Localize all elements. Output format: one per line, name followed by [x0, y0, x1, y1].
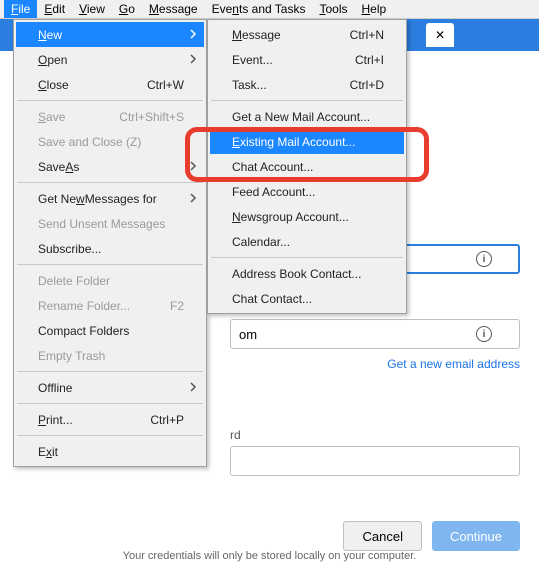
menu-separator	[17, 182, 203, 183]
menu-item-newsgroup-account[interactable]: Newsgroup Account...	[210, 204, 404, 229]
menu-item-calendar[interactable]: Calendar...	[210, 229, 404, 254]
menu-separator	[17, 403, 203, 404]
menubar-item-file[interactable]: File	[4, 0, 37, 18]
menu-item-existing-mail-account[interactable]: Existing Mail Account...	[210, 129, 404, 154]
info-icon[interactable]: i	[476, 251, 492, 267]
footer-text: Your credentials will only be stored loc…	[0, 550, 539, 562]
menubar-item-help[interactable]: Help	[354, 0, 393, 18]
tab-close-button[interactable]: ✕	[426, 23, 454, 47]
menu-item-get-new-mail-account[interactable]: Get a New Mail Account...	[210, 104, 404, 129]
menubar-item-tools[interactable]: Tools	[312, 0, 354, 18]
email-field-row: i	[230, 319, 504, 349]
menubar-item-events-tasks[interactable]: Events and Tasks	[205, 0, 313, 18]
menubar-item-message[interactable]: Message	[142, 0, 205, 18]
menu-separator	[211, 257, 403, 258]
menu-separator	[17, 435, 203, 436]
chevron-right-icon	[188, 160, 198, 174]
new-submenu: MessageCtrl+N Event...Ctrl+I Task...Ctrl…	[207, 19, 407, 314]
menubar-item-view[interactable]: View	[72, 0, 112, 18]
menu-item-get-new-messages[interactable]: Get New Messages for	[16, 186, 204, 211]
menu-item-new-task[interactable]: Task...Ctrl+D	[210, 72, 404, 97]
cancel-button[interactable]: Cancel	[343, 521, 421, 551]
menu-item-address-book-contact[interactable]: Address Book Contact...	[210, 261, 404, 286]
menu-item-send-unsent: Send Unsent Messages	[16, 211, 204, 236]
password-label: rd	[230, 428, 504, 442]
chevron-right-icon	[188, 381, 198, 395]
chevron-right-icon	[188, 192, 198, 206]
menu-item-chat-account[interactable]: Chat Account...	[210, 154, 404, 179]
menu-separator	[17, 371, 203, 372]
menu-item-print[interactable]: Print...Ctrl+P	[16, 407, 204, 432]
menu-item-rename-folder: Rename Folder...F2	[16, 293, 204, 318]
menu-item-exit[interactable]: Exit	[16, 439, 204, 464]
continue-button[interactable]: Continue	[432, 521, 520, 551]
menu-item-new[interactable]: New	[16, 22, 204, 47]
menu-item-save: SaveCtrl+Shift+S	[16, 104, 204, 129]
menu-item-save-as[interactable]: Save As	[16, 154, 204, 179]
menubar-item-go[interactable]: Go	[112, 0, 142, 18]
get-new-email-link[interactable]: Get a new email address	[230, 357, 520, 371]
menu-item-new-event[interactable]: Event...Ctrl+I	[210, 47, 404, 72]
menubar: File Edit View Go Message Events and Tas…	[0, 0, 539, 19]
menu-item-delete-folder: Delete Folder	[16, 268, 204, 293]
password-input[interactable]	[230, 446, 520, 476]
menu-item-subscribe[interactable]: Subscribe...	[16, 236, 204, 261]
chevron-right-icon	[188, 53, 198, 67]
file-menu: New Open CloseCtrl+W SaveCtrl+Shift+S Sa…	[13, 19, 207, 467]
menu-item-empty-trash: Empty Trash	[16, 343, 204, 368]
info-icon[interactable]: i	[476, 326, 492, 342]
menu-item-open[interactable]: Open	[16, 47, 204, 72]
menu-item-offline[interactable]: Offline	[16, 375, 204, 400]
menu-separator	[211, 100, 403, 101]
menu-item-chat-contact[interactable]: Chat Contact...	[210, 286, 404, 311]
close-icon: ✕	[435, 28, 445, 42]
menu-item-compact-folders[interactable]: Compact Folders	[16, 318, 204, 343]
menu-item-feed-account[interactable]: Feed Account...	[210, 179, 404, 204]
menu-item-close[interactable]: CloseCtrl+W	[16, 72, 204, 97]
button-bar: Cancel Continue	[230, 521, 520, 551]
menubar-item-edit[interactable]: Edit	[37, 0, 72, 18]
menu-item-save-close: Save and Close (Z)	[16, 129, 204, 154]
chevron-right-icon	[188, 28, 198, 42]
menu-item-new-message[interactable]: MessageCtrl+N	[210, 22, 404, 47]
menu-separator	[17, 264, 203, 265]
menu-separator	[17, 100, 203, 101]
